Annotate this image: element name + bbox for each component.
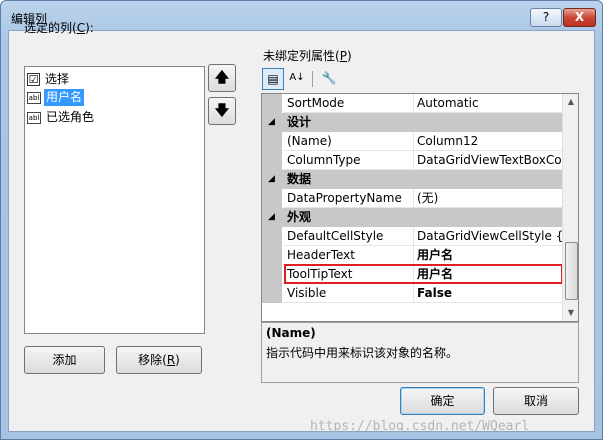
list-item[interactable]: ☑ 选择 (27, 71, 71, 88)
sort-alphabetical-icon: A↓ (289, 72, 305, 83)
property-value[interactable]: Automatic (413, 94, 562, 113)
unbound-properties-label: 未绑定列属性(P) (263, 49, 352, 63)
categorized-button[interactable]: ▤ (262, 68, 284, 90)
list-item-label: 已选角色 (46, 110, 95, 124)
selected-columns-list[interactable]: ☑ 选择 abl 用户名 abl 已选角色 (24, 66, 205, 334)
property-name: SortMode (283, 94, 413, 113)
move-up-button[interactable]: 🡅 (208, 64, 236, 92)
row-gutter (262, 265, 282, 284)
collapse-icon[interactable]: ◢ (268, 212, 275, 222)
collapse-icon[interactable]: ◢ (268, 174, 275, 184)
property-row[interactable]: DataPropertyName (无) (262, 189, 562, 208)
row-gutter (262, 151, 282, 170)
list-item[interactable]: abl 已选角色 (27, 109, 96, 126)
list-item-label: 用户名 (44, 89, 85, 106)
selected-columns-label-text: 选定的列 (24, 21, 73, 35)
property-value[interactable]: DataGridViewCellStyle { } (413, 227, 562, 246)
category-row[interactable]: ◢ 数据 (262, 170, 562, 189)
property-grid-scrollbar[interactable]: ▲ ▼ (562, 94, 578, 321)
textbox-column-icon: abl (27, 111, 41, 124)
wrench-icon: 🔧 (321, 71, 337, 85)
scroll-down-icon[interactable]: ▼ (563, 305, 578, 321)
property-row[interactable]: Visible False (262, 284, 562, 303)
arrow-down-icon: 🡇 (214, 103, 230, 119)
property-name: ColumnType (283, 151, 413, 170)
arrow-up-icon: 🡅 (214, 70, 230, 86)
remove-button-label: 移除 (138, 353, 163, 367)
remove-button[interactable]: 移除(R) (116, 346, 202, 374)
property-value[interactable]: False (413, 284, 562, 303)
textbox-column-icon: abl (27, 91, 41, 104)
highlight-box (284, 264, 563, 284)
description-content: (Name) 指示代码中用来标识该对象的名称。 (266, 326, 574, 384)
scroll-thumb[interactable] (565, 242, 578, 300)
property-name: DefaultCellStyle (283, 227, 413, 246)
property-pages-button[interactable]: 🔧 (318, 68, 340, 90)
property-value[interactable]: 用户名 (413, 246, 562, 265)
selected-columns-accel: C (76, 21, 86, 35)
list-item[interactable]: abl 用户名 (27, 89, 85, 106)
description-text: 指示代码中用来标识该对象的名称。 (266, 346, 459, 360)
property-value[interactable]: (无) (413, 189, 562, 208)
toolbar-separator (312, 71, 313, 87)
categorized-icon: ▤ (267, 72, 279, 86)
property-row[interactable]: (Name) Column12 (262, 132, 562, 151)
collapse-icon[interactable]: ◢ (268, 117, 275, 127)
selected-columns-label: 选定的列(C): (24, 21, 94, 35)
row-gutter (262, 246, 282, 265)
list-item-label: 选择 (45, 72, 70, 86)
property-row[interactable]: ColumnType DataGridViewTextBoxColu (262, 151, 562, 170)
property-name: Visible (283, 284, 413, 303)
property-row[interactable]: SortMode Automatic (262, 94, 562, 113)
move-down-button[interactable]: 🡇 (208, 97, 236, 125)
category-row[interactable]: ◢ 外观 (262, 208, 562, 227)
property-row[interactable]: DefaultCellStyle DataGridViewCellStyle {… (262, 227, 562, 246)
alphabetical-button[interactable]: A↓ (286, 68, 308, 90)
property-name: (Name) (283, 132, 413, 151)
remove-accel: R (166, 353, 176, 367)
row-gutter (262, 132, 282, 151)
property-name: HeaderText (283, 246, 413, 265)
checkbox-icon: ☑ (27, 73, 40, 86)
row-gutter (262, 227, 282, 246)
category-row[interactable]: ◢ 设计 (262, 113, 562, 132)
close-button[interactable]: X (563, 8, 596, 27)
category-label: 设计 (287, 115, 312, 129)
add-button[interactable]: 添加 (24, 346, 105, 374)
scroll-up-icon[interactable]: ▲ (563, 94, 578, 110)
property-value[interactable]: Column12 (413, 132, 562, 151)
property-name: DataPropertyName (283, 189, 413, 208)
ok-button[interactable]: 确定 (400, 387, 485, 415)
cancel-button[interactable]: 取消 (493, 387, 579, 415)
help-button[interactable]: ? (530, 8, 562, 27)
property-value[interactable]: DataGridViewTextBoxColu (413, 151, 562, 170)
category-label: 外观 (287, 210, 312, 224)
row-gutter (262, 189, 282, 208)
unbound-properties-label-text: 未绑定列属性 (263, 49, 336, 63)
description-title: (Name) (266, 326, 316, 340)
property-toolbar: ▤ A↓ 🔧 (262, 68, 580, 90)
row-gutter (262, 94, 282, 113)
property-row[interactable]: HeaderText 用户名 (262, 246, 562, 265)
category-label: 数据 (287, 172, 312, 186)
property-grid[interactable]: SortMode Automatic ◢ 设计 (Name) Column12 … (261, 93, 579, 322)
watermark-text: https://blog.csdn.net/WQearl (310, 419, 530, 434)
unbound-properties-accel: P (339, 49, 347, 63)
row-gutter (262, 284, 282, 303)
